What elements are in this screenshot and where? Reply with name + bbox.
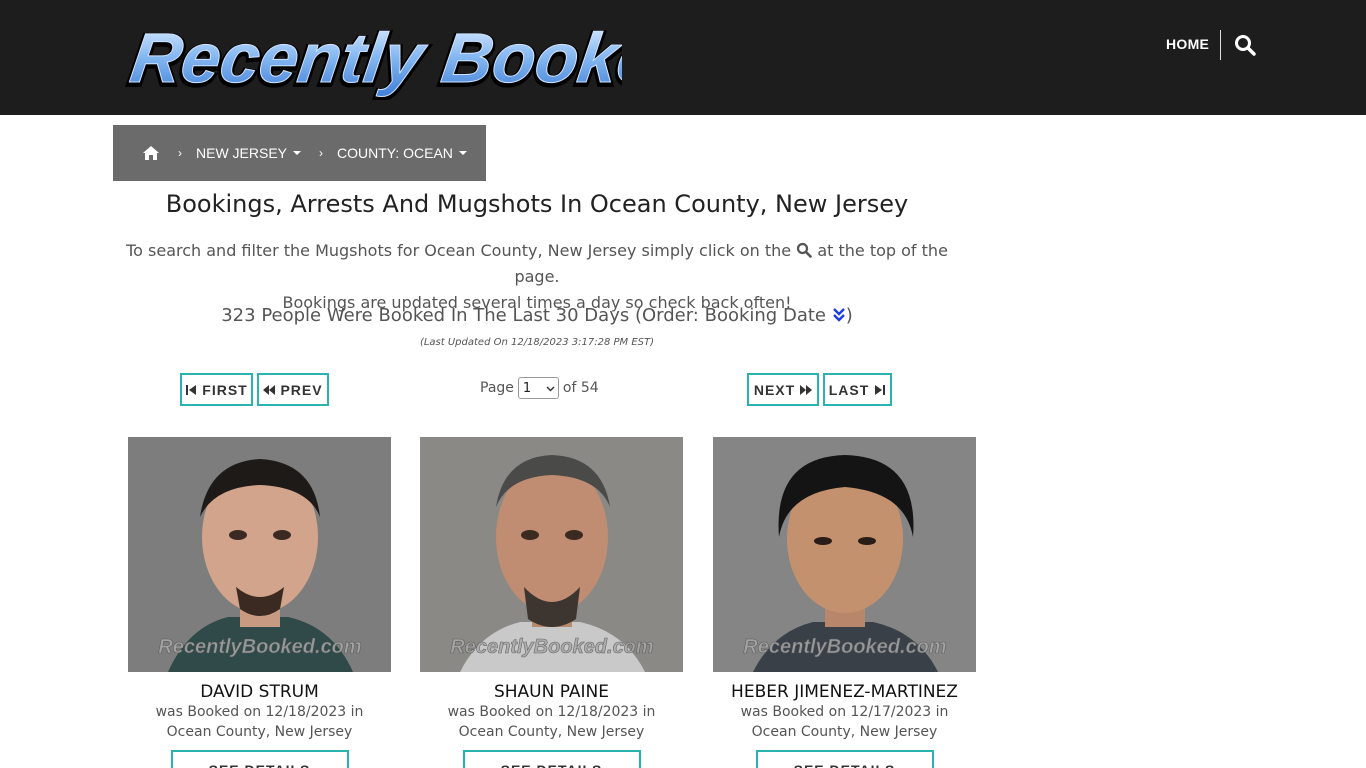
breadcrumb-separator: › <box>178 146 182 160</box>
mugshot-photo[interactable]: RecentlyBooked.com <box>128 437 391 672</box>
booking-count-close: ) <box>845 305 853 326</box>
watermark-text: RecentlyBooked.com <box>158 636 361 658</box>
booking-card: RecentlyBooked.com HEBER JIMENEZ-MARTINE… <box>713 437 976 768</box>
inmate-name: DAVID STRUM <box>200 682 319 702</box>
mugshot-image: RecentlyBooked.com <box>128 437 391 672</box>
intro-part-a: To search and filter the Mugshots for Oc… <box>126 241 792 260</box>
caret-down-icon <box>458 151 467 155</box>
last-updated: (Last Updated On 12/18/2023 3:17:28 PM E… <box>419 337 655 348</box>
booking-info-line1: was Booked on 12/17/2023 in <box>740 704 949 720</box>
last-label: LAST <box>828 381 870 398</box>
first-icon <box>186 384 197 395</box>
search-icon[interactable] <box>1234 34 1256 56</box>
logo-text: Recently Booked <box>126 18 622 97</box>
chevron-down-icon <box>546 385 555 392</box>
site-logo[interactable]: Recently Booked Recently Booked <box>122 12 710 102</box>
page-label: Page <box>480 380 514 396</box>
inmate-name: HEBER JIMENEZ-MARTINEZ <box>731 682 958 702</box>
booking-card: RecentlyBooked.com SHAUN PAINE was Booke… <box>420 437 683 768</box>
nav-home-link[interactable]: HOME <box>1166 36 1209 52</box>
prev-label: PREV <box>280 381 323 398</box>
breadcrumb: › NEW JERSEY › COUNTY: OCEAN <box>113 125 486 181</box>
page-selector: Page 1 of 54 <box>480 377 599 399</box>
next-icon <box>800 384 813 395</box>
breadcrumb-state-label: NEW JERSEY <box>196 145 288 161</box>
last-icon <box>875 384 886 395</box>
booking-info-line2: Ocean County, New Jersey <box>166 724 353 740</box>
booking-info-line1: was Booked on 12/18/2023 in <box>447 704 656 720</box>
watermark-text: RecentlyBooked.com <box>450 636 653 658</box>
mugshot-image: RecentlyBooked.com <box>420 437 683 672</box>
booking-info-line2: Ocean County, New Jersey <box>751 724 938 740</box>
page-select-value: 1 <box>522 380 532 396</box>
page-title: Bookings, Arrests And Mugshots In Ocean … <box>165 190 909 218</box>
breadcrumb-county-label: COUNTY: OCEAN <box>337 145 453 161</box>
mugshot-photo[interactable]: RecentlyBooked.com <box>420 437 683 672</box>
next-page-button[interactable]: NEXT <box>747 373 819 406</box>
breadcrumb-separator: › <box>319 146 324 160</box>
first-label: FIRST <box>202 381 248 398</box>
caret-down-icon <box>293 151 302 155</box>
mugshot-photo[interactable]: RecentlyBooked.com <box>713 437 976 672</box>
inmate-name: SHAUN PAINE <box>493 682 610 702</box>
page-total: of 54 <box>562 380 599 396</box>
prev-icon <box>263 384 276 395</box>
booking-info-line1: was Booked on 12/18/2023 in <box>155 704 364 720</box>
watermark-text: RecentlyBooked.com <box>743 636 946 658</box>
see-details-button[interactable]: SEE DETAILS <box>170 750 349 768</box>
mugshot-image: RecentlyBooked.com <box>713 437 976 672</box>
booking-count: 323 People Were Booked In The Last 30 Da… <box>113 305 961 326</box>
home-icon[interactable] <box>142 145 160 161</box>
see-details-button[interactable]: SEE DETAILS <box>755 750 934 768</box>
sort-order-icon[interactable] <box>832 307 846 323</box>
breadcrumb-county-dropdown[interactable]: COUNTY: OCEAN <box>337 145 467 161</box>
booking-count-text: 323 People Were Booked In The Last 30 Da… <box>221 305 826 326</box>
booking-info-line2: Ocean County, New Jersey <box>458 724 645 740</box>
prev-page-button[interactable]: PREV <box>257 373 329 406</box>
first-page-button[interactable]: FIRST <box>180 373 253 406</box>
page-select[interactable]: 1 <box>517 377 559 399</box>
last-page-button[interactable]: LAST <box>823 373 892 406</box>
booking-card: RecentlyBooked.com DAVID STRUM was Booke… <box>128 437 391 768</box>
next-label: NEXT <box>753 381 796 398</box>
logo-graphic: Recently Booked Recently Booked <box>123 17 710 102</box>
see-details-button[interactable]: SEE DETAILS <box>462 750 641 768</box>
nav-divider <box>1220 30 1221 60</box>
breadcrumb-state-dropdown[interactable]: NEW JERSEY <box>196 145 302 161</box>
search-icon <box>796 240 813 258</box>
site-header: Recently Booked Recently Booked HOME <box>0 0 1366 115</box>
